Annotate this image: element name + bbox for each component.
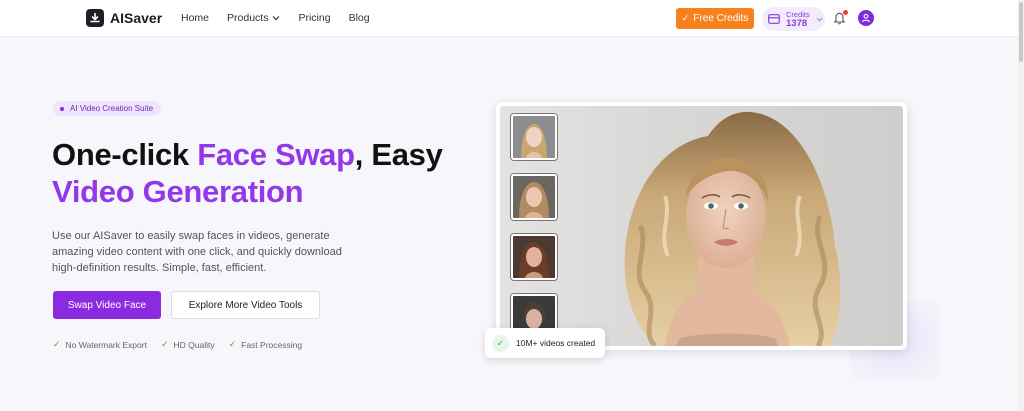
- top-header: AISaver Home Products Pricing Blog ✓ Fre…: [0, 0, 1024, 37]
- feature-label: Fast Processing: [241, 339, 303, 350]
- check-icon: ✓: [228, 339, 237, 349]
- headline-part1: One-click: [52, 137, 198, 172]
- feature-badge: AI Video Creation Suite: [53, 101, 162, 116]
- check-icon: ✓: [492, 334, 509, 352]
- logo-mark-icon: [86, 9, 104, 27]
- coins-icon: [768, 14, 780, 24]
- chevron-down-icon: [816, 17, 823, 22]
- feature-label: No Watermark Export: [65, 339, 147, 350]
- page-title: One-click Face Swap, Easy Video Generatio…: [52, 136, 472, 210]
- stats-toast: ✓ 10M+ videos created: [485, 328, 605, 358]
- face-thumbnail-image: [513, 236, 555, 278]
- check-icon: ✓: [53, 339, 61, 349]
- feature-item: ✓ No Watermark Export: [53, 339, 147, 350]
- feature-item: ✓ Fast Processing: [229, 339, 303, 350]
- notification-dot: [843, 10, 848, 15]
- face-thumbnail-image: [513, 176, 555, 218]
- credits-text: Credits 1378: [786, 10, 810, 28]
- nav-products[interactable]: Products: [227, 12, 280, 24]
- check-icon: ✓: [681, 13, 690, 23]
- headline-highlight-video-generation: Video Generation: [52, 174, 304, 209]
- nav-blog[interactable]: Blog: [349, 12, 370, 24]
- face-swap-showcase: [496, 102, 907, 350]
- nav-products-label: Products: [227, 12, 269, 24]
- badge-dot: [60, 106, 64, 111]
- headline-part2: , Easy: [354, 137, 443, 172]
- scrollbar-thumb[interactable]: [1019, 2, 1023, 62]
- face-thumbnail[interactable]: [511, 234, 557, 280]
- explore-video-tools-button[interactable]: Explore More Video Tools: [171, 291, 320, 319]
- badge-label: AI Video Creation Suite: [70, 104, 154, 113]
- free-credits-label: Free Credits: [693, 13, 749, 24]
- nav-home[interactable]: Home: [181, 12, 209, 24]
- feature-label: HD Quality: [173, 339, 215, 350]
- nav-pricing[interactable]: Pricing: [298, 12, 330, 24]
- avatar[interactable]: [858, 10, 874, 26]
- credits-value: 1378: [786, 18, 808, 29]
- toast-text: 10M+ videos created: [516, 338, 596, 348]
- logo[interactable]: AISaver: [86, 9, 162, 27]
- feature-list: ✓ No Watermark Export ✓ HD Quality ✓ Fas…: [53, 339, 316, 350]
- free-credits-button[interactable]: ✓ Free Credits: [676, 8, 754, 29]
- showcase-preview: [500, 106, 903, 346]
- face-thumbnail[interactable]: [511, 114, 557, 160]
- check-icon: ✓: [160, 339, 169, 349]
- chevron-down-icon: [273, 16, 280, 21]
- hero-description: Use our AISaver to easily swap faces in …: [52, 230, 342, 274]
- headline-highlight-face-swap: Face Swap: [197, 137, 355, 172]
- user-icon: [862, 13, 870, 23]
- face-thumbnail[interactable]: [511, 174, 557, 220]
- logo-text: AISaver: [110, 10, 163, 26]
- main-nav: Home Products Pricing Blog: [181, 12, 388, 24]
- feature-item: ✓ HD Quality: [161, 339, 215, 350]
- credits-balance[interactable]: Credits 1378: [762, 7, 825, 31]
- face-thumbnail-image: [513, 116, 555, 158]
- swap-video-face-button[interactable]: Swap Video Face: [53, 291, 161, 319]
- portrait-image: [624, 111, 841, 346]
